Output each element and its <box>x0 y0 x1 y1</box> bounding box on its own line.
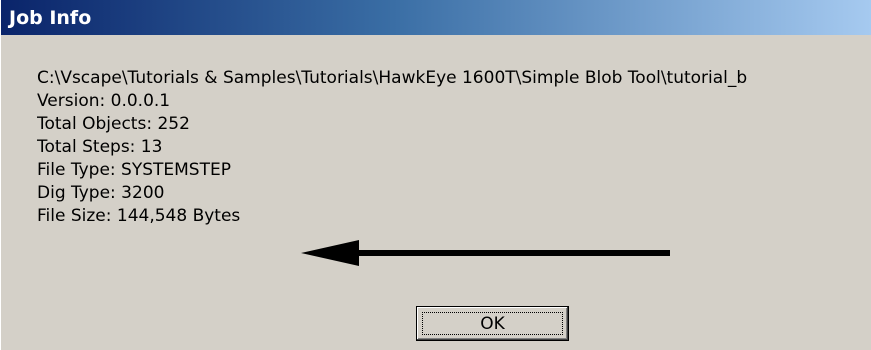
dig-type-line: Dig Type: 3200 <box>37 183 165 203</box>
job-info-dialog: Job Info C:\Vscape\Tutorials & Samples\T… <box>0 0 871 350</box>
total-steps-line: Total Steps: 13 <box>37 137 163 157</box>
version-line: Version: 0.0.0.1 <box>37 91 171 111</box>
window-title: Job Info <box>9 7 92 29</box>
file-size-line: File Size: 144,548 Bytes <box>37 206 241 226</box>
focus-rectangle: OK <box>422 312 563 335</box>
total-objects-line: Total Objects: 252 <box>37 114 190 134</box>
left-arrow-icon <box>301 240 670 266</box>
ok-button-label: OK <box>480 313 505 334</box>
job-file-path: C:\Vscape\Tutorials & Samples\Tutorials\… <box>37 68 748 88</box>
title-bar[interactable]: Job Info <box>1 0 871 35</box>
file-type-line: File Type: SYSTEMSTEP <box>37 160 231 180</box>
ok-button[interactable]: OK <box>416 306 569 341</box>
job-info-details: C:\Vscape\Tutorials & Samples\Tutorials\… <box>37 67 867 228</box>
